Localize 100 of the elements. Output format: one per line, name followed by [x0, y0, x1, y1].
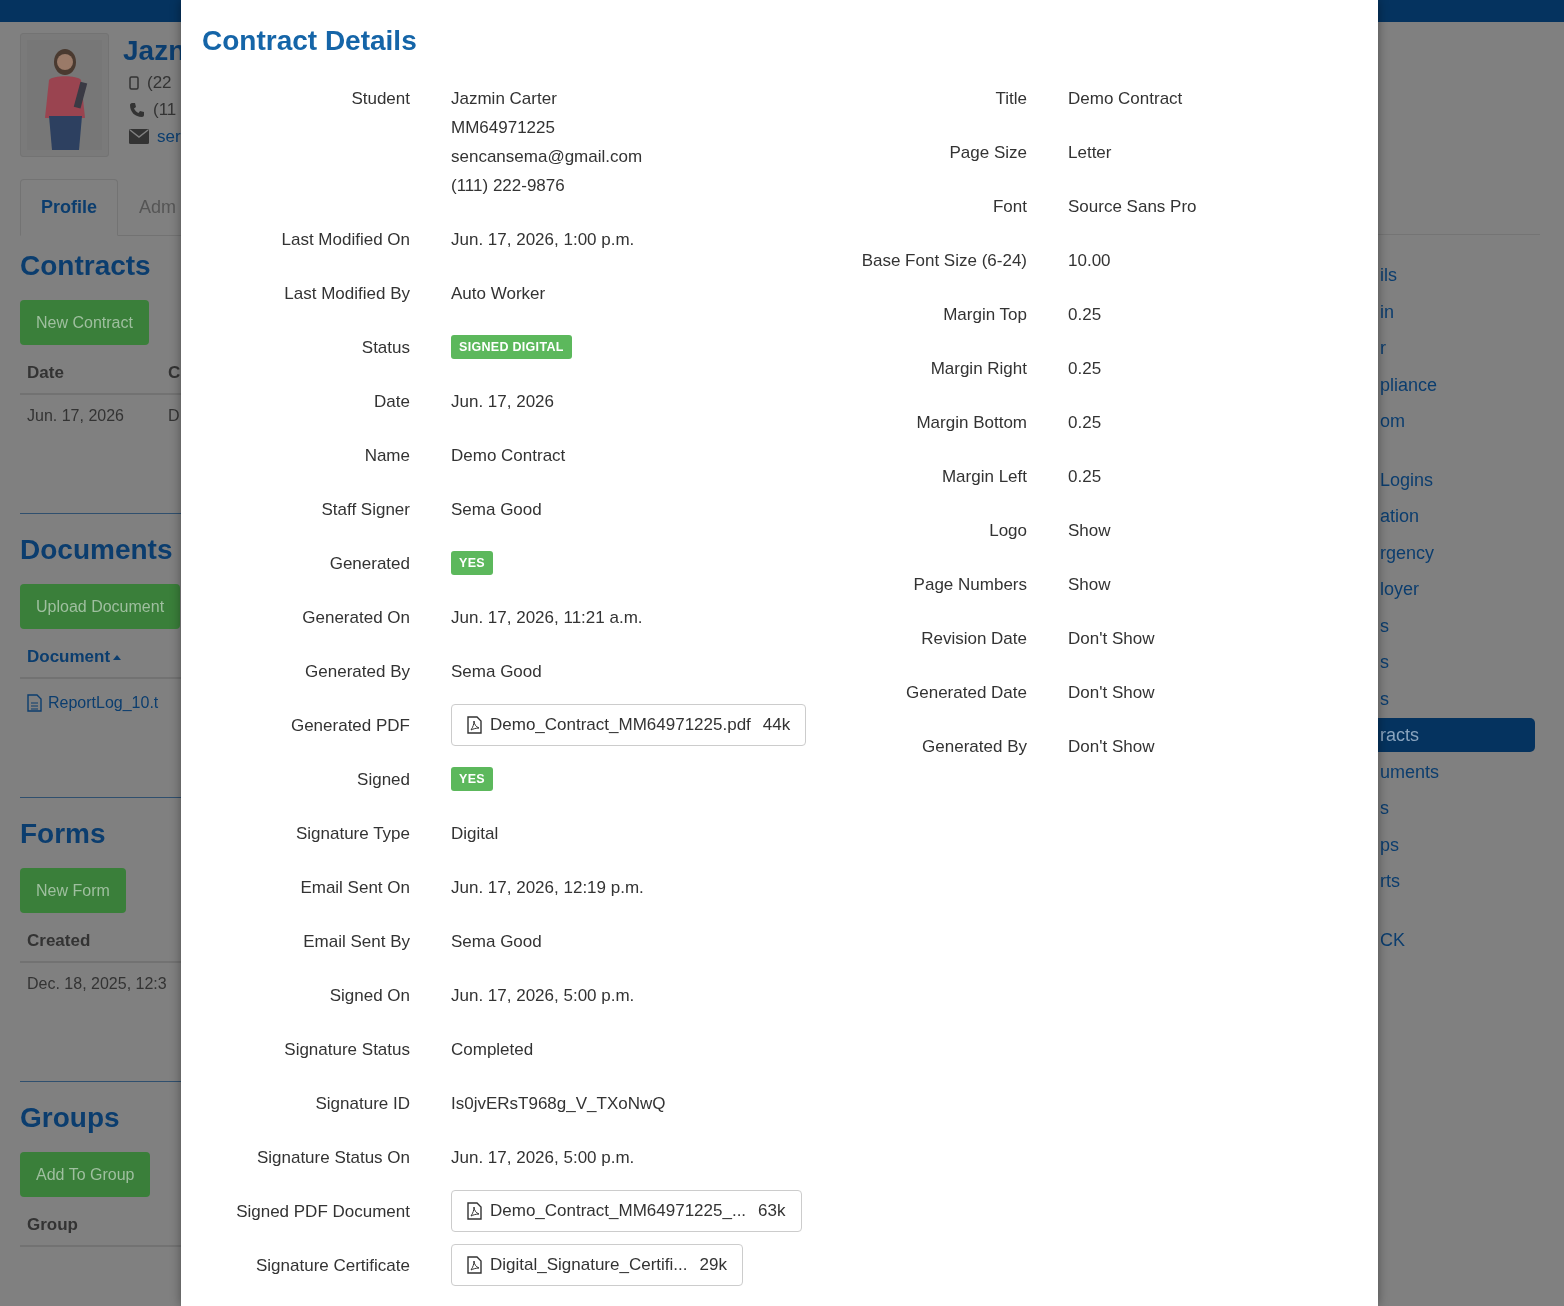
field-value: sencansema@gmail.com	[451, 146, 644, 168]
field-label: Name	[363, 445, 410, 467]
action-button[interactable]: Add To Group	[20, 1152, 151, 1197]
field-label: Generated PDF	[289, 715, 410, 737]
contact-text: (22	[147, 72, 172, 93]
action-button[interactable]: New Form	[20, 868, 126, 913]
field-value: Demo Contract	[1068, 88, 1184, 110]
field-value: Jun. 17, 2026, 1:00 p.m.	[451, 229, 636, 251]
field-label: Font	[991, 196, 1027, 218]
sidebar-item[interactable]: rgency	[1378, 534, 1535, 571]
field-value: Sema Good	[451, 931, 543, 953]
sidebar-item[interactable]: ation	[1378, 498, 1535, 535]
file-download-button[interactable]: Demo_Contract_MM64971225_... 63k	[451, 1190, 802, 1232]
field-value: Jun. 17, 2026, 5:00 p.m.	[451, 1147, 636, 1169]
field-label: Generated On	[301, 607, 410, 629]
field-label: Margin Top	[942, 304, 1027, 326]
column-header[interactable]: Group	[20, 1205, 168, 1247]
sidebar-item[interactable]: uments	[1378, 753, 1535, 790]
field-label: Signed	[356, 769, 410, 791]
field-value: 10.00	[1068, 250, 1112, 272]
table-cell-text: Jun. 17, 2026	[26, 406, 125, 426]
sidebar-item[interactable]: pliance	[1378, 366, 1535, 403]
field-label: Margin Bottom	[915, 412, 1027, 434]
sidebar-item[interactable]: loyer	[1378, 571, 1535, 608]
column-header[interactable]: Document	[20, 637, 168, 679]
field-value: Digital	[451, 823, 500, 845]
section-heading: Groups	[20, 1101, 121, 1135]
section-heading: Contracts	[20, 249, 152, 283]
status-badge: YES	[451, 767, 493, 791]
field-label: Student	[350, 88, 410, 110]
column-header[interactable]: Created	[20, 921, 168, 963]
sidebar-item[interactable]: ps	[1378, 826, 1535, 863]
tab[interactable]: Profile	[20, 179, 118, 236]
field-label: Signed PDF Document	[235, 1201, 410, 1223]
sidebar-item[interactable]: om	[1378, 403, 1535, 440]
sidebar-item[interactable]: r	[1378, 330, 1535, 367]
sidebar-item[interactable]: rts	[1378, 863, 1535, 900]
modal-title: Contract Details	[202, 24, 418, 58]
field-value: Show	[1068, 520, 1112, 542]
field-value: Jun. 17, 2026, 5:00 p.m.	[451, 985, 636, 1007]
field-label: Title	[994, 88, 1027, 110]
status-badge: SIGNED DIGITAL	[451, 335, 572, 359]
field-label: Page Numbers	[912, 574, 1027, 596]
section-heading: Forms	[20, 817, 107, 851]
mobile-phone-icon	[129, 75, 139, 90]
field-value: Letter	[1068, 142, 1113, 164]
field-value: Jun. 17, 2026, 11:21 a.m.	[451, 607, 644, 629]
sidebar-item[interactable]: CK	[1378, 921, 1535, 958]
action-button[interactable]: New Contract	[20, 300, 149, 345]
status-badge: YES	[451, 551, 493, 575]
field-label: Revision Date	[920, 628, 1027, 650]
field-value: Completed	[451, 1039, 535, 1061]
contact-text[interactable]: ser	[157, 126, 181, 147]
field-value: (111) 222-9876	[451, 175, 566, 197]
field-value: 0.25	[1068, 304, 1103, 326]
field-label: Signature Status On	[255, 1147, 410, 1169]
field-label: Page Size	[948, 142, 1027, 164]
column-header[interactable]: Date	[20, 353, 168, 395]
document-link[interactable]: ReportLog_10.t	[20, 679, 168, 727]
field-label: Logo	[988, 520, 1027, 542]
field-label: Margin Right	[929, 358, 1027, 380]
field-label: Generated	[328, 553, 410, 575]
field-label: Generated Date	[905, 682, 1027, 704]
field-label: Signature Status	[283, 1039, 410, 1061]
sidebar-item[interactable]: Logins	[1378, 461, 1535, 498]
sidebar-item[interactable]: s	[1378, 607, 1535, 644]
sidebar-item[interactable]: s	[1378, 680, 1535, 717]
field-label: Date	[373, 391, 410, 413]
field-value: Don't Show	[1068, 682, 1156, 704]
sidebar-item[interactable]: in	[1378, 293, 1535, 330]
field-value: Jun. 17, 2026	[451, 391, 556, 413]
field-value: 0.25	[1068, 358, 1103, 380]
sort-caret-icon	[113, 654, 122, 660]
phone-icon	[129, 101, 145, 118]
pdf-file-icon	[467, 1202, 482, 1220]
file-download-button[interactable]: Demo_Contract_MM64971225.pdf 44k	[451, 704, 807, 746]
field-value: Sema Good	[451, 499, 543, 521]
contact-text: (11	[153, 99, 177, 120]
sidebar-item[interactable]: s	[1378, 790, 1535, 827]
field-value: Is0jvERsT968g_V_TXoNwQ	[451, 1093, 667, 1115]
field-label: Last Modified On	[280, 229, 410, 251]
field-value: Jun. 17, 2026, 12:19 p.m.	[451, 877, 645, 899]
action-button[interactable]: Upload Document	[20, 584, 181, 629]
table-cell-text: Dec. 18, 2025, 12:3	[26, 974, 168, 994]
field-label: Email Sent On	[299, 877, 410, 899]
field-label: Margin Left	[940, 466, 1027, 488]
field-label: Signature Type	[294, 823, 410, 845]
document-icon	[27, 694, 42, 712]
sidebar-item[interactable]: racts	[1378, 718, 1535, 752]
sidebar-item[interactable]: s	[1378, 644, 1535, 681]
sidebar-item[interactable]: ils	[1378, 257, 1535, 294]
field-label: Signature ID	[314, 1093, 410, 1115]
field-label: Last Modified By	[283, 283, 410, 305]
field-value: Jazmin Carter	[451, 88, 558, 110]
file-download-button[interactable]: Digital_Signature_Certifi... 29k	[451, 1244, 743, 1286]
table-cell-text: D	[168, 406, 181, 426]
field-label: Email Sent By	[302, 931, 410, 953]
section-heading: Documents	[20, 533, 174, 567]
field-label: Signed On	[328, 985, 410, 1007]
pdf-file-icon	[467, 716, 482, 734]
